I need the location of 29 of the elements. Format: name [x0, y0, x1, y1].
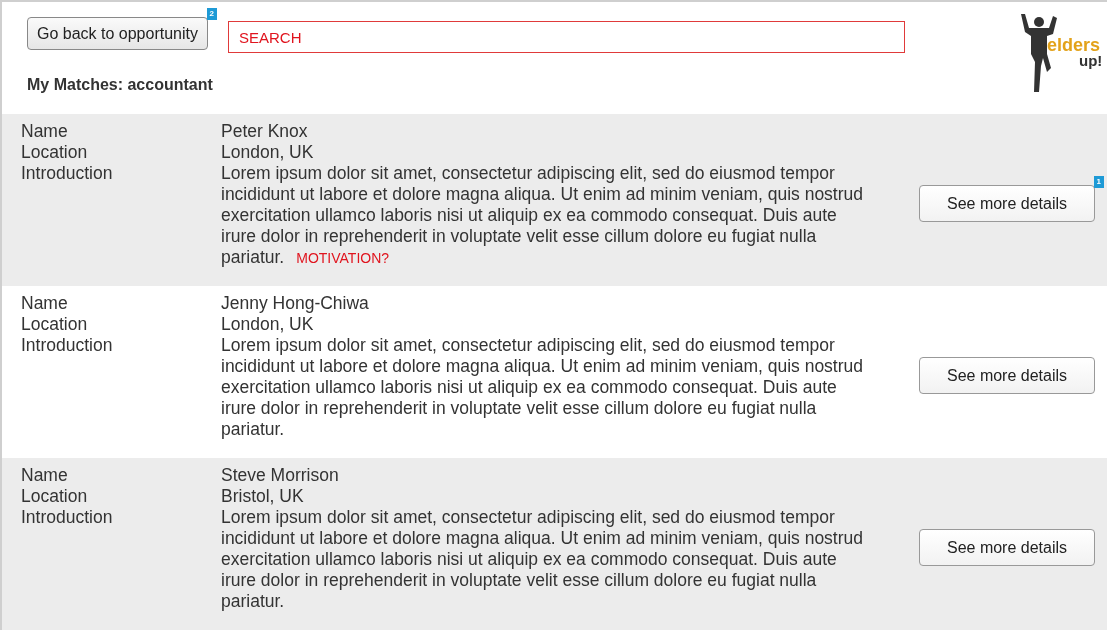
see-more-details-button[interactable]: See more details — [919, 357, 1095, 394]
introduction-text: Lorem ipsum dolor sit amet, consectetur adipiscing elit, sed do eiusmod tempor incididunt ut labore et dolore magna aliqua. Ut enim ad minim veniam, quis nostrud exercitation ullamco laboris nisi ut aliquip ex ea commodo consequat. Duis aute irure dolor in reprehenderit in voluptate velit esse cillum dolore eu fugiat nulla pariatur. — [221, 507, 864, 612]
field-label: Name — [21, 121, 68, 142]
match-location: London, UK — [221, 314, 314, 335]
field-label: Name — [21, 293, 68, 314]
notification-badge: 2 — [206, 8, 217, 20]
match-location: Bristol, UK — [221, 486, 304, 507]
search-field[interactable]: SEARCH — [228, 21, 905, 53]
match-name: Peter Knox — [221, 121, 308, 142]
see-more-details-button[interactable]: See more details — [919, 185, 1095, 222]
field-label: Location — [21, 486, 88, 507]
field-label: Location — [21, 314, 88, 335]
match-location: London, UK — [221, 142, 314, 163]
field-label: Introduction — [21, 507, 113, 528]
field-label: Name — [21, 465, 68, 486]
match-name: Jenny Hong-Chiwa — [221, 293, 369, 314]
field-label: Introduction — [21, 163, 113, 184]
introduction-text: Lorem ipsum dolor sit amet, consectetur adipiscing elit, sed do eiusmod tempor incididunt ut labore et dolore magna aliqua. Ut enim ad minim veniam, quis nostrud exercitation ullamco laboris nisi ut aliquip ex ea commodo consequat. Duis aute irure dolor in reprehenderit in voluptate velit esse cillum dolore eu fugiat nulla pariatur. — [221, 335, 864, 440]
see-more-details-button[interactable]: See more details — [919, 529, 1095, 566]
field-label: Location — [21, 142, 88, 163]
logo-text: elders — [1047, 36, 1101, 54]
introduction-text: Lorem ipsum dolor sit amet, consectetur adipiscing elit, sed do eiusmod tempor incididunt ut labore et dolore magna aliqua. Ut enim ad minim veniam, quis nostrud exercitation ullamco laboris nisi ut aliquip ex ea commodo consequat. Duis aute irure dolor in reprehenderit in voluptate velit esse cillum dolore eu fugiat nulla pariatur. MOTIVATION? — [221, 163, 864, 269]
notification-badge: 1 — [1093, 176, 1104, 188]
match-name: Steve Morrison — [221, 465, 339, 486]
annotation-note: MOTIVATION? — [296, 250, 390, 266]
field-label: Introduction — [21, 335, 113, 356]
logo-text: up! — [1079, 53, 1103, 68]
page-title: My Matches: accountant — [27, 75, 213, 95]
go-back-button[interactable]: Go back to opportunity — [27, 17, 208, 50]
